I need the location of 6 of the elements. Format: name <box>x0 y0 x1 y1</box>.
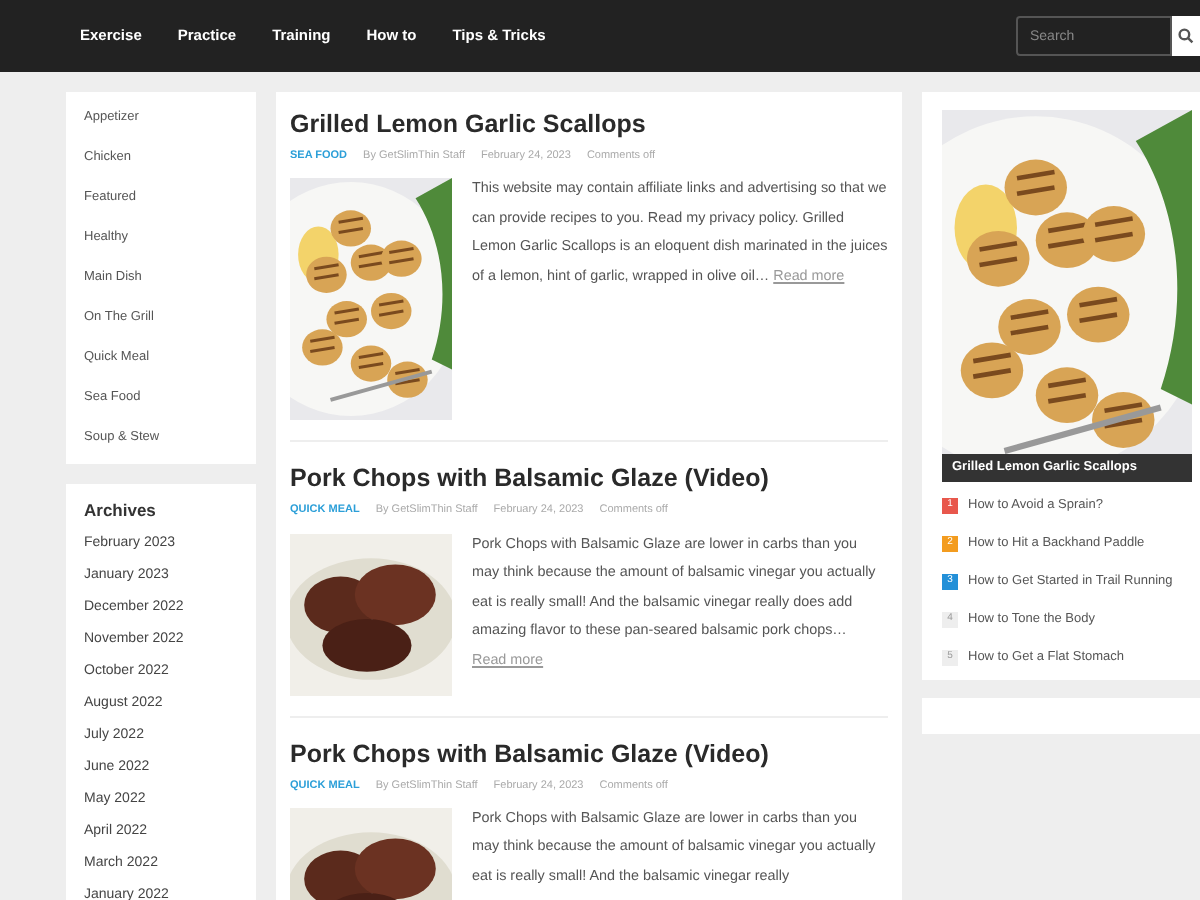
search-icon <box>1178 28 1194 44</box>
post-title[interactable]: Pork Chops with Balsamic Glaze (Video) <box>290 462 888 495</box>
search-button[interactable] <box>1172 16 1200 56</box>
post-title[interactable]: Grilled Lemon Garlic Scallops <box>290 108 888 140</box>
post-title[interactable]: Pork Chops with Balsamic Glaze (Video) <box>290 737 888 769</box>
archives-title: Archives <box>84 500 158 520</box>
